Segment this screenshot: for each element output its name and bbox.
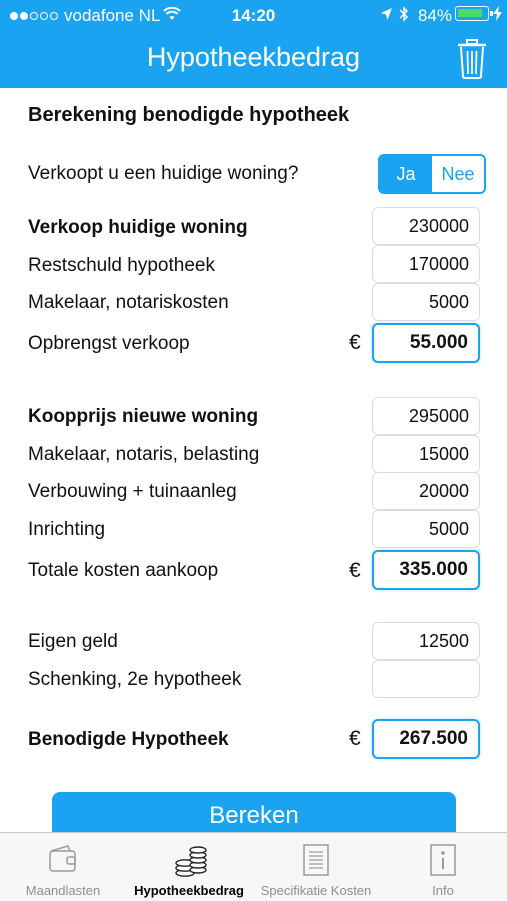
status-bar: vodafone NL 14:20 84% xyxy=(0,0,507,32)
gift-second-mortgage-input[interactable] xyxy=(372,660,480,698)
charging-icon xyxy=(493,6,502,26)
renovation-label: Verbouwing + tuinaanleg xyxy=(28,481,237,502)
renovation-input[interactable]: 20000 xyxy=(372,472,480,510)
mortgage-debt-input[interactable]: 170000 xyxy=(372,245,480,283)
purchase-costs-label: Makelaar, notaris, belasting xyxy=(28,444,260,465)
tab-label: Specifikatie Kosten xyxy=(260,883,372,898)
yes-option[interactable]: Ja xyxy=(380,156,432,192)
purchase-total-label: Totale kosten aankoop xyxy=(28,560,219,581)
navigation-bar: Hypotheekbedrag xyxy=(0,32,507,88)
tab-maandlasten[interactable]: Maandlasten xyxy=(0,833,126,901)
sale-price-label: Verkoop huidige woning xyxy=(28,217,248,238)
no-option[interactable]: Nee xyxy=(432,156,484,192)
own-funds-label: Eigen geld xyxy=(28,631,118,652)
document-icon xyxy=(303,844,329,876)
tab-label: Info xyxy=(432,883,454,898)
tab-bar: Maandlasten Hypotheekbedrag Specifikatie… xyxy=(0,832,507,901)
tab-label: Hypotheekbedrag xyxy=(134,883,244,898)
furnishing-label: Inrichting xyxy=(28,519,106,540)
purchase-price-input[interactable]: 295000 xyxy=(372,397,480,435)
mortgage-debt-label: Restschuld hypotheek xyxy=(28,255,215,276)
coins-icon xyxy=(175,846,207,877)
sale-proceeds-label: Opbrengst verkoop xyxy=(28,333,190,354)
sale-price-input[interactable]: 230000 xyxy=(372,207,480,245)
gift-second-mortgage-label: Schenking, 2e hypotheek xyxy=(28,669,242,690)
section-title: Berekening benodigde hypotheek xyxy=(28,104,350,126)
battery-icon xyxy=(455,6,493,21)
tab-hypotheekbedrag[interactable]: Hypotheekbedrag xyxy=(126,833,252,901)
tab-specifikatie-kosten[interactable]: Specifikatie Kosten xyxy=(253,833,379,901)
sell-question-label: Verkoopt u een huidige woning? xyxy=(28,163,299,184)
purchase-total: 335.000 xyxy=(372,550,480,590)
required-mortgage-total: 267.500 xyxy=(372,719,480,759)
sell-toggle: Ja Nee xyxy=(378,154,486,194)
wallet-icon xyxy=(49,845,76,872)
location-icon xyxy=(380,6,393,26)
furnishing-input[interactable]: 5000 xyxy=(372,510,480,548)
sale-costs-label: Makelaar, notariskosten xyxy=(28,292,229,313)
battery-percentage: 84% xyxy=(418,6,453,25)
currency-symbol: € xyxy=(349,727,361,750)
page-title: Hypotheekbedrag xyxy=(146,42,361,72)
currency-symbol: € xyxy=(349,559,361,582)
tab-label: Maandlasten xyxy=(25,883,101,898)
purchase-costs-input[interactable]: 15000 xyxy=(372,435,480,473)
bluetooth-icon xyxy=(399,6,409,27)
own-funds-input[interactable]: 12500 xyxy=(372,622,480,660)
info-icon xyxy=(430,844,456,876)
sale-costs-input[interactable]: 5000 xyxy=(372,283,480,321)
required-mortgage-label: Benodigde Hypotheek xyxy=(28,729,229,750)
tab-info[interactable]: Info xyxy=(380,833,506,901)
trash-icon[interactable] xyxy=(455,38,489,80)
sale-proceeds-total: 55.000 xyxy=(372,323,480,363)
purchase-price-label: Koopprijs nieuwe woning xyxy=(28,406,259,427)
currency-symbol: € xyxy=(349,331,361,354)
